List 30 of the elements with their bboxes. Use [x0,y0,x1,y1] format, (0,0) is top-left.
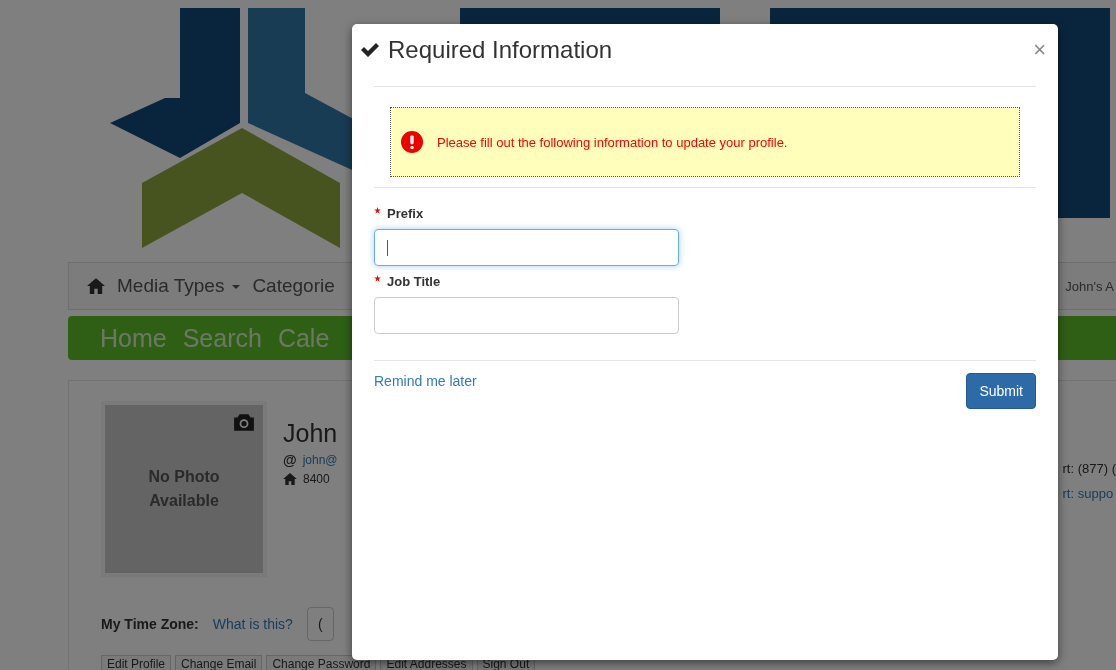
account-button[interactable]: Edit Profile [101,655,172,670]
nav-menu-item[interactable]: Media Types [117,275,241,297]
field-label: Prefix [387,206,424,221]
home-icon [283,473,297,485]
home-icon[interactable] [87,278,105,294]
no-photo-text: No Photo Available [147,467,221,511]
dialog-title: Required Information [388,36,613,64]
support-email-link[interactable]: rt: suppo [1062,486,1116,501]
profile-name: John [283,419,338,448]
time-zone-select[interactable]: ( [306,607,334,641]
address-text: 8400 [303,472,330,486]
support-phone: rt: (877) ( [1062,461,1116,476]
time-zone-label: My Time Zone: [101,616,199,632]
account-menu-item[interactable]: John's A [1065,278,1116,294]
input-field[interactable] [374,297,679,334]
email-link[interactable]: john@ [302,453,338,467]
alert-message: Please fill out the following information to update your profile. [437,134,788,150]
account-button[interactable]: Change Password [266,655,377,670]
submit-button[interactable]: Submit [966,373,1036,409]
nav-menu-item[interactable]: Categorie [252,275,335,297]
input-field[interactable] [374,229,679,266]
account-button[interactable]: Change Email [175,655,263,670]
field-label: Job Title [387,274,441,289]
at-icon: @ [283,452,297,468]
help-link[interactable]: What is this? [212,616,293,632]
remind-later-link[interactable]: Remind me later [374,373,477,389]
check-icon [360,42,380,58]
close-button[interactable]: × [1029,37,1050,63]
camera-icon[interactable] [233,413,255,431]
exclamation-icon [401,131,423,153]
